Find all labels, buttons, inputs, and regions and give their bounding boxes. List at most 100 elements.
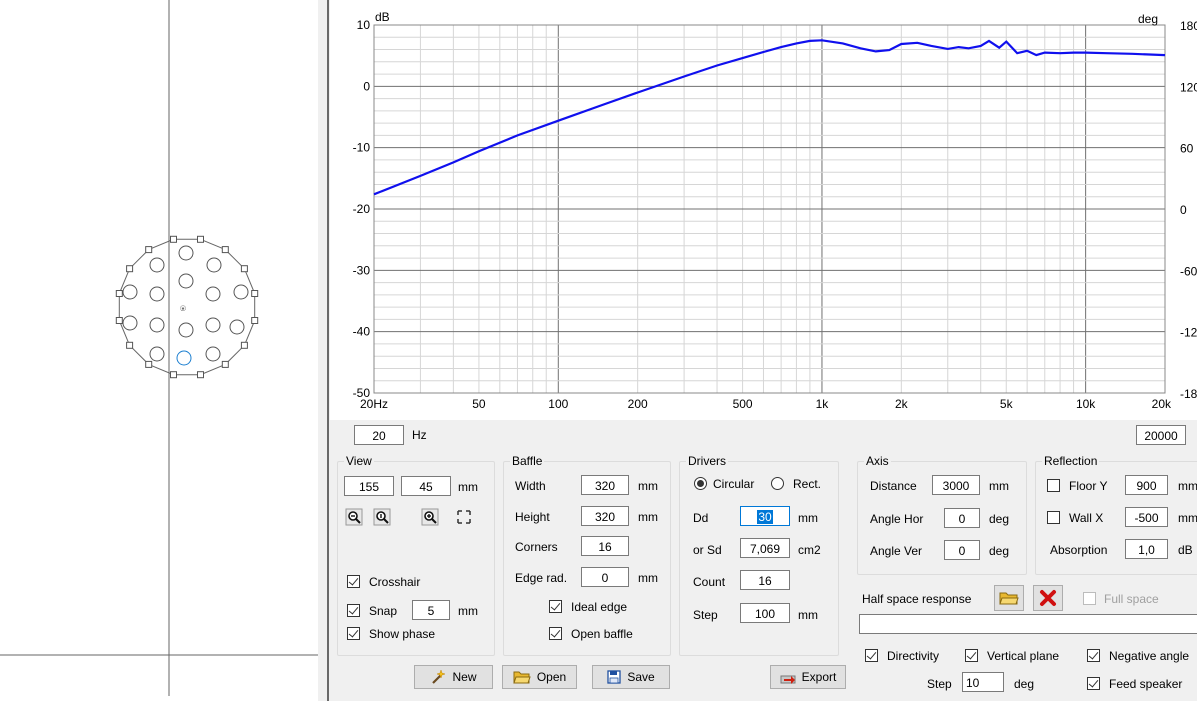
rect-radio[interactable]: [771, 477, 784, 490]
dd-unit: mm: [798, 511, 818, 525]
show-phase-checkbox[interactable]: [347, 627, 360, 640]
open-half-space-button[interactable]: [994, 585, 1024, 611]
wall-unit: mm: [1178, 511, 1197, 525]
x-tick-label: 500: [733, 397, 753, 411]
new-button[interactable]: New: [414, 665, 493, 689]
folder-icon: [999, 592, 1019, 605]
rect-label: Rect.: [793, 477, 822, 491]
export-button[interactable]: Export: [770, 665, 846, 689]
step-input[interactable]: 100: [740, 603, 790, 623]
absorption-unit: dB: [1178, 543, 1193, 557]
circular-radio[interactable]: [694, 477, 707, 490]
ideal-edge-label: Ideal edge: [571, 600, 628, 614]
floor-checkbox[interactable]: [1047, 479, 1060, 492]
baffle-canvas[interactable]: ⍟: [0, 0, 318, 701]
driver-circle: [205, 286, 221, 302]
delete-half-space-button[interactable]: [1033, 585, 1063, 611]
angle-ver-unit: deg: [989, 544, 1010, 558]
dd-input[interactable]: 30: [740, 506, 790, 526]
corner-handle: [145, 360, 153, 368]
zoom-in-icon[interactable]: [421, 508, 439, 526]
wall-checkbox[interactable]: [1047, 511, 1060, 524]
floor-label: Floor Y: [1069, 479, 1108, 493]
new-wand-icon: [432, 669, 447, 684]
step2-input[interactable]: 10: [962, 672, 1004, 692]
corner-handle: [197, 235, 204, 243]
y-tick-label: -30: [353, 263, 371, 277]
corner-handle: [197, 371, 204, 379]
half-space-file-input[interactable]: [859, 614, 1197, 634]
y2-tick-label: 120: [1180, 80, 1197, 94]
baffle-height-input[interactable]: 320: [581, 506, 629, 526]
zoom-out-icon[interactable]: [345, 508, 363, 526]
view-y-input[interactable]: 45: [401, 476, 451, 496]
open-folder-icon: [513, 671, 531, 684]
baffle-corners-input[interactable]: 16: [581, 536, 629, 556]
sd-label: or Sd: [693, 543, 722, 557]
y2-tick-label: 180: [1180, 19, 1197, 33]
driver-circle: [122, 284, 138, 300]
delete-icon: [1040, 590, 1056, 606]
y-tick-label: 0: [363, 79, 370, 93]
driver-circle: [122, 315, 138, 331]
y-tick-label: 10: [357, 18, 371, 32]
zoom-actual-icon[interactable]: [373, 508, 391, 526]
count-input[interactable]: 16: [740, 570, 790, 590]
fit-view-icon[interactable]: [455, 508, 473, 526]
y2-tick-label: 60: [1180, 142, 1194, 156]
export-arrow-icon: [780, 675, 796, 684]
open-button[interactable]: Open: [502, 665, 577, 689]
wall-input[interactable]: -500: [1125, 507, 1168, 527]
absorption-input[interactable]: 1,0: [1125, 539, 1168, 559]
x-tick-label: 10k: [1076, 397, 1096, 411]
splitter-line: [327, 0, 329, 701]
snap-input[interactable]: 5: [412, 600, 450, 620]
corner-handle: [170, 235, 177, 243]
dd-label: Dd: [693, 511, 709, 525]
angle-hor-input[interactable]: 0: [944, 508, 980, 528]
x-tick-label: 1k: [816, 397, 830, 411]
angle-ver-input[interactable]: 0: [944, 540, 980, 560]
view-x-input[interactable]: 155: [344, 476, 394, 496]
feed-speaker-checkbox[interactable]: [1087, 677, 1100, 690]
export-button-label: Export: [801, 670, 837, 684]
y2-tick-label: -180: [1180, 387, 1197, 401]
crosshair-checkbox[interactable]: [347, 575, 360, 588]
distance-input[interactable]: 3000: [932, 475, 980, 495]
vertical-plane-checkbox[interactable]: [965, 649, 978, 662]
ideal-edge-checkbox[interactable]: [549, 600, 562, 613]
corner-handle: [126, 265, 134, 273]
corner-handle: [115, 290, 123, 297]
sd-input[interactable]: 7,069: [740, 538, 790, 558]
view-title: View: [344, 454, 374, 468]
save-button[interactable]: Save: [592, 665, 670, 689]
y2-tick-label: -120: [1180, 326, 1197, 340]
baffle-title: Baffle: [510, 454, 545, 468]
driver-circle: [149, 346, 165, 362]
negative-angles-checkbox[interactable]: [1087, 649, 1100, 662]
x-tick-label: 20k: [1152, 397, 1172, 411]
snap-unit-label: mm: [458, 604, 478, 618]
driver-circle: [233, 284, 249, 300]
open-button-label: Open: [536, 670, 567, 684]
baffle-view-panel[interactable]: ⍟: [0, 0, 319, 701]
baffle-edge-input[interactable]: 0: [581, 567, 629, 587]
freq-min-input[interactable]: 20: [354, 425, 404, 445]
directivity-checkbox[interactable]: [865, 649, 878, 662]
full-space-checkbox[interactable]: [1083, 592, 1096, 605]
driver-circle: [178, 273, 194, 289]
baffle-width-input[interactable]: 320: [581, 475, 629, 495]
vertical-plane-label: Vertical plane: [987, 649, 1060, 663]
snap-checkbox[interactable]: [347, 604, 360, 617]
driver-circle: [205, 346, 221, 362]
x-tick-label: 200: [628, 397, 648, 411]
open-baffle-checkbox[interactable]: [549, 627, 562, 640]
step2-label: Step: [927, 677, 952, 691]
floor-input[interactable]: 900: [1125, 475, 1168, 495]
frequency-response-plot[interactable]: 100-10-20-30-40-50 180120600-60-120-180 …: [330, 0, 1197, 420]
freq-max-input[interactable]: 20000: [1136, 425, 1186, 445]
reflection-title: Reflection: [1042, 454, 1100, 468]
y-tick-label: -40: [353, 325, 371, 339]
corner-handle: [115, 317, 123, 324]
driver-circle: [149, 286, 165, 302]
